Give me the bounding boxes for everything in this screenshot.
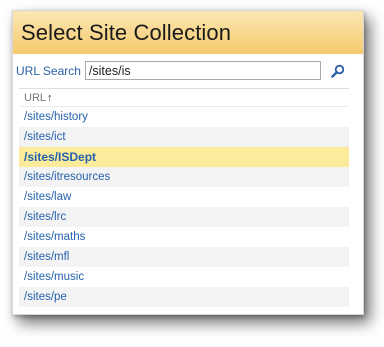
list-item[interactable]: /sites/history [19, 107, 349, 127]
url-column-header[interactable]: URL ↑ [19, 89, 349, 107]
list-rows: /sites/history/sites/ict/sites/ISDept/si… [19, 107, 349, 307]
site-url-link: /sites/law [24, 191, 72, 203]
url-column-label: URL [24, 91, 47, 104]
list-item[interactable]: /sites/lrc [19, 207, 349, 227]
site-url-link: /sites/itresources [24, 171, 111, 183]
list-item[interactable]: /sites/itresources [19, 167, 349, 187]
list-item[interactable]: /sites/pe [19, 287, 349, 307]
site-url-link: /sites/ISDept [24, 150, 97, 164]
site-url-link: /sites/mfl [24, 251, 70, 263]
list-item[interactable]: /sites/law [19, 187, 349, 207]
site-collection-list: URL ↑ /sites/history/sites/ict/sites/ISD… [19, 88, 349, 308]
search-icon [331, 64, 345, 78]
dialog-title-bar: Select Site Collection [13, 11, 363, 54]
dialog-title: Select Site Collection [21, 19, 232, 45]
site-url-link: /sites/ict [24, 131, 66, 143]
site-url-link: /sites/history [24, 111, 88, 123]
site-url-link: /sites/pe [24, 291, 67, 303]
list-item[interactable]: /sites/ict [19, 127, 349, 147]
select-site-collection-dialog: Select Site Collection URL Search URL ↑ … [12, 10, 364, 315]
site-url-link: /sites/maths [24, 231, 86, 243]
site-url-link: /sites/music [24, 271, 85, 283]
site-url-link: /sites/lrc [24, 211, 67, 223]
sort-ascending-icon: ↑ [47, 91, 53, 104]
list-item-selected[interactable]: /sites/ISDept [19, 147, 349, 167]
list-item[interactable]: /sites/music [19, 267, 349, 287]
search-button[interactable] [329, 62, 347, 80]
search-bar: URL Search [13, 54, 363, 87]
url-search-input[interactable] [84, 61, 321, 80]
list-item[interactable]: /sites/maths [19, 227, 349, 247]
list-item[interactable]: /sites/mfl [19, 247, 349, 267]
url-search-label: URL Search [16, 63, 81, 78]
